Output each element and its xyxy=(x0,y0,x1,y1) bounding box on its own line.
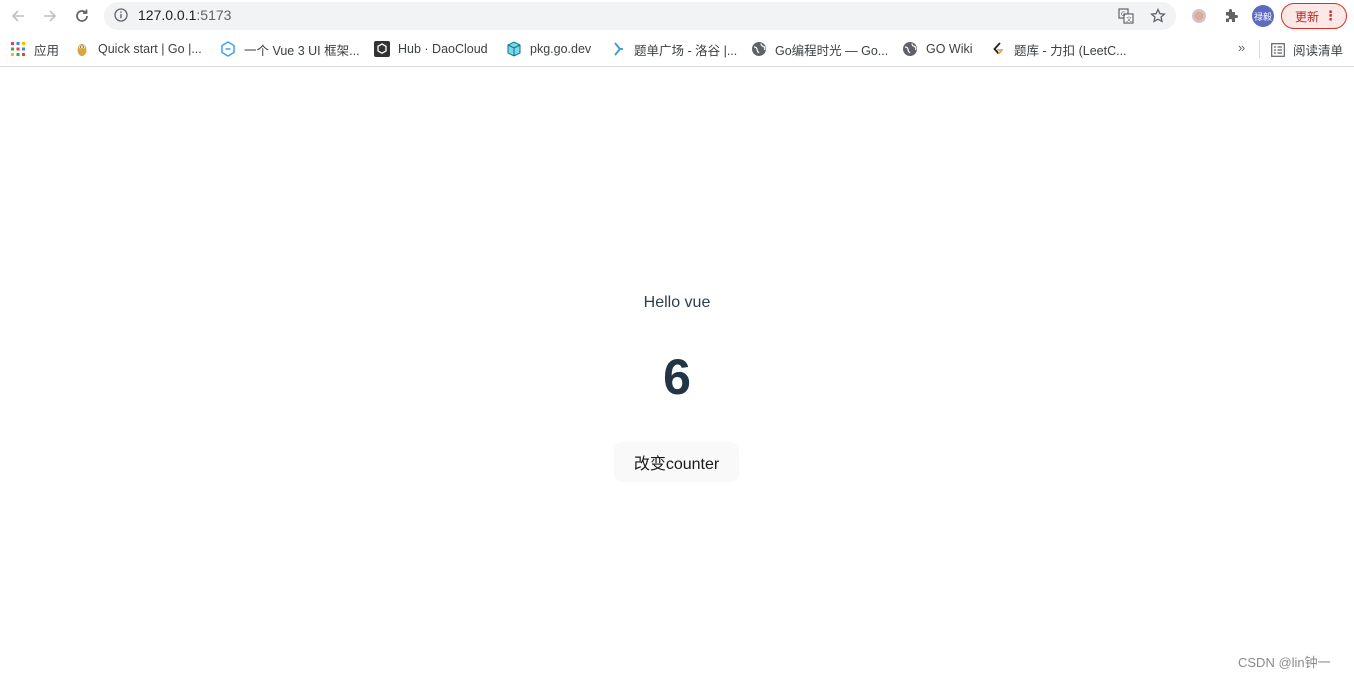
bookmark-star-icon[interactable] xyxy=(1150,8,1166,24)
menu-dots-icon: ⋮ xyxy=(1324,8,1337,23)
bookmark-item[interactable]: 题单广场 - 洛谷 |... xyxy=(610,40,737,58)
reload-button[interactable] xyxy=(70,4,94,28)
apps-grid-icon xyxy=(10,41,26,57)
daocloud-icon xyxy=(374,41,390,57)
globe-icon xyxy=(902,41,918,57)
luogu-icon xyxy=(610,41,626,57)
browser-toolbar: 127.0.0.1:5173 G文 禄毅 更新 ⋮ xyxy=(0,0,1354,32)
url-text[interactable]: 127.0.0.1:5173 xyxy=(138,7,231,23)
divider xyxy=(1259,40,1260,58)
bookmark-label: 题库 - 力扣 (LeetC... xyxy=(1014,43,1127,58)
url-host: 127.0.0.1 xyxy=(138,7,197,23)
translate-icon[interactable]: G文 xyxy=(1118,8,1134,24)
bookmark-label: 题单广场 - 洛谷 |... xyxy=(634,43,738,58)
csdn-watermark: CSDN @lin钟一 xyxy=(1238,655,1331,670)
info-icon[interactable] xyxy=(114,8,128,22)
reading-list-icon xyxy=(1271,42,1285,57)
gopher-icon xyxy=(74,41,90,57)
counter-value: 6 xyxy=(663,349,691,405)
extensions-puzzle-icon[interactable] xyxy=(1221,6,1241,26)
bookmark-item[interactable]: 一个 Vue 3 UI 框架... xyxy=(220,40,360,58)
hello-message: Hello vue xyxy=(643,294,711,311)
url-port: :5173 xyxy=(196,7,232,23)
reading-list-label: 阅读清单 xyxy=(1293,44,1344,58)
change-counter-button[interactable]: 改变counter xyxy=(614,442,739,482)
address-bar[interactable]: 127.0.0.1:5173 G文 xyxy=(104,2,1176,30)
bookmark-label: Hub · DaoCloud xyxy=(398,42,488,56)
bookmark-label: pkg.go.dev xyxy=(530,42,592,56)
bookmark-item[interactable]: Hub · DaoCloud xyxy=(374,40,488,58)
go-package-icon xyxy=(506,41,522,57)
globe-icon xyxy=(751,41,767,57)
bookmark-item[interactable]: Quick start | Go |... xyxy=(74,40,202,58)
bookmark-label: Go编程时光 — Go... xyxy=(775,43,889,58)
arrow-left-icon xyxy=(11,10,24,22)
update-button[interactable]: 更新 ⋮ xyxy=(1281,3,1347,29)
element-plus-icon xyxy=(220,41,236,57)
bookmark-label: GO Wiki xyxy=(926,42,973,56)
forward-button[interactable] xyxy=(38,4,62,28)
bookmarks-overflow-icon[interactable]: » xyxy=(1238,40,1245,55)
bookmark-item[interactable]: Go编程时光 — Go... xyxy=(751,40,888,58)
update-label: 更新 xyxy=(1295,9,1320,24)
bookmark-label: Quick start | Go |... xyxy=(98,42,202,56)
bookmark-apps[interactable]: 应用 xyxy=(10,40,59,58)
bookmark-label: 应用 xyxy=(34,43,60,58)
bookmark-label: 一个 Vue 3 UI 框架... xyxy=(244,43,360,58)
arrow-right-icon xyxy=(44,10,57,22)
profile-avatar[interactable]: 禄毅 xyxy=(1252,5,1274,27)
extension-record-icon[interactable] xyxy=(1189,6,1209,26)
back-button[interactable] xyxy=(6,4,30,28)
bookmark-item[interactable]: pkg.go.dev xyxy=(506,40,591,58)
leetcode-icon xyxy=(990,41,1006,57)
bookmark-item[interactable]: 题库 - 力扣 (LeetC... xyxy=(990,40,1127,58)
bookmarks-bar: 应用 Quick start | Go |... 一个 Vue 3 UI 框架.… xyxy=(0,32,1354,67)
bookmark-item[interactable]: GO Wiki xyxy=(902,40,973,58)
reading-list-button[interactable]: 阅读清单 xyxy=(1259,40,1344,59)
reload-icon xyxy=(76,9,88,22)
svg-text:文: 文 xyxy=(1126,16,1132,24)
